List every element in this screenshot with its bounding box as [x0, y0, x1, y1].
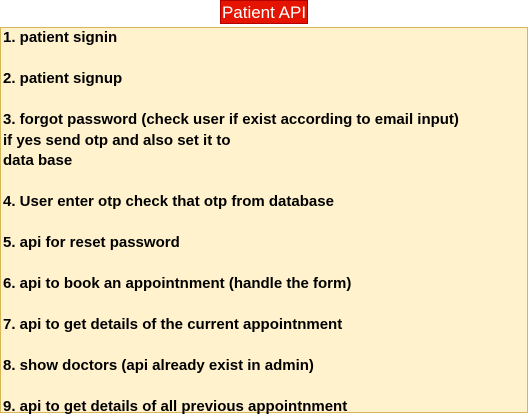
api-list-line: 7. api to get details of the current app…: [3, 316, 343, 333]
api-list-line: data base: [3, 152, 73, 169]
api-list-line: 6. api to book an appointnment (handle t…: [3, 275, 352, 292]
api-list-line: 9. api to get details of all previous ap…: [3, 398, 348, 415]
api-list-line: 8. show doctors (api already exist in ad…: [3, 357, 314, 374]
api-list-box: 1. patient signin 2. patient signup 3. for…: [0, 27, 528, 415]
api-list-line: 1. patient signin: [3, 29, 118, 46]
api-list-line: 3. forgot password (check user if exist …: [3, 111, 459, 128]
api-list-line: if yes send otp and also set it to: [3, 131, 231, 149]
api-list-line: 2. patient signup: [3, 70, 123, 87]
api-list-line: 5. api for reset password: [3, 234, 180, 251]
api-list-line: 4. User enter otp check that otp from da…: [3, 193, 334, 210]
patient-api-title: Patient API: [220, 0, 308, 24]
